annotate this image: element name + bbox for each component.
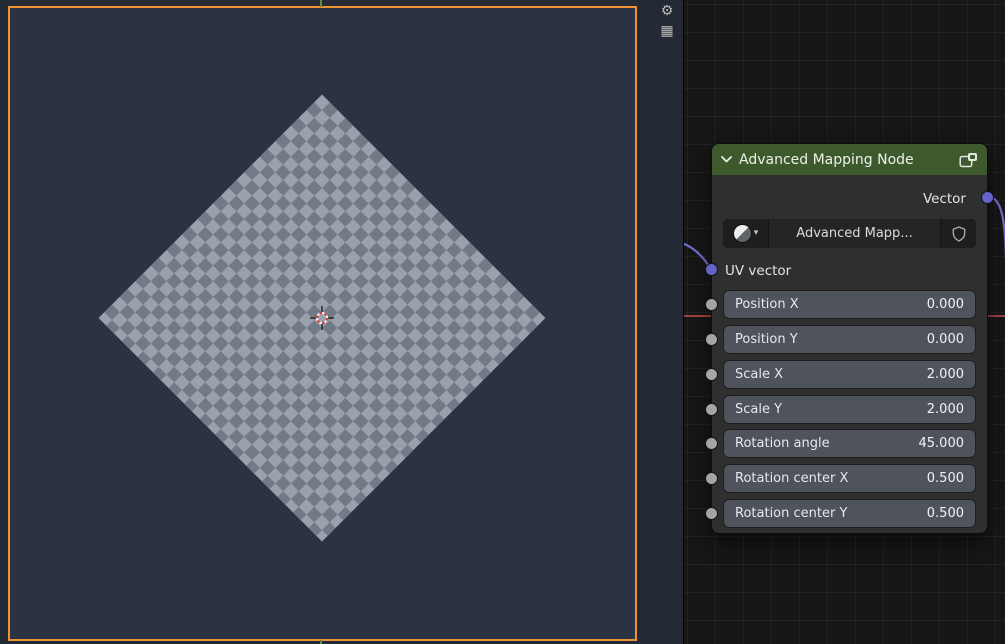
field-label: Rotation center X — [735, 471, 849, 486]
number-field[interactable]: Rotation center Y 0.500 — [724, 500, 975, 527]
selected-plane-object[interactable] — [8, 6, 637, 641]
number-field[interactable]: Position X 0.000 — [724, 291, 975, 318]
input-socket-rotation-center-y[interactable] — [705, 507, 718, 520]
input-socket-rotation-center-x[interactable] — [705, 472, 718, 485]
gear-icon[interactable]: ⚙ — [657, 2, 677, 21]
field-label: Scale X — [735, 367, 784, 382]
number-field[interactable]: Rotation angle 45.000 — [724, 430, 975, 457]
output-socket-vector[interactable] — [981, 191, 994, 204]
input-socket-scale-y[interactable] — [705, 403, 718, 416]
field-value: 0.000 — [926, 297, 964, 312]
node-field-row: Position Y 0.000 — [705, 326, 987, 353]
node-field-row: Scale X 2.000 — [705, 361, 987, 388]
field-value: 0.000 — [926, 332, 964, 347]
node-editor-canvas[interactable]: Advanced Mapping Node Vector ▾ Advanced … — [683, 0, 1005, 644]
viewport-corner-controls: ⚙ ▦ — [657, 2, 677, 41]
input-label: UV vector — [725, 263, 792, 279]
grid-icon[interactable]: ▦ — [657, 22, 677, 41]
field-label: Position Y — [735, 332, 798, 347]
collapse-chevron-icon[interactable] — [721, 156, 732, 163]
input-socket-scale-x[interactable] — [705, 368, 718, 381]
link-from-vector-output — [987, 194, 1005, 364]
number-field[interactable]: Position Y 0.000 — [724, 326, 975, 353]
field-label: Position X — [735, 297, 799, 312]
y-axis-line — [320, 0, 322, 7]
node-title: Advanced Mapping Node — [739, 151, 914, 168]
input-socket-uv-vector[interactable] — [705, 263, 718, 276]
node-field-row: Rotation angle 45.000 — [705, 430, 987, 457]
shield-icon — [952, 225, 965, 242]
input-row: UV vector — [712, 259, 987, 283]
browse-nodetree-button[interactable]: ▾ — [723, 219, 768, 248]
input-socket-position-y[interactable] — [705, 333, 718, 346]
3d-cursor-icon — [310, 306, 334, 330]
node-field-row: Position X 0.000 — [705, 291, 987, 318]
input-socket-rotation-angle[interactable] — [705, 437, 718, 450]
node-advanced-mapping[interactable]: Advanced Mapping Node Vector ▾ Advanced … — [705, 143, 994, 534]
preview-sphere-icon — [732, 224, 752, 243]
nodetree-selector: ▾ Advanced Mapp... — [723, 219, 976, 248]
field-label: Rotation angle — [735, 436, 830, 451]
output-row: Vector — [712, 186, 987, 212]
field-value: 45.000 — [918, 436, 965, 451]
node-header[interactable]: Advanced Mapping Node — [712, 144, 987, 175]
field-label: Scale Y — [735, 402, 783, 417]
input-socket-position-x[interactable] — [705, 298, 718, 311]
nodetree-name-text: Advanced Mapp... — [796, 226, 913, 241]
blender-window: ⚙ ▦ Advanced Mapping Node Vector ▾ Advan… — [0, 0, 1005, 644]
field-value: 0.500 — [926, 471, 964, 486]
node-field-row: Rotation center Y 0.500 — [705, 500, 987, 527]
dropdown-chevron-icon: ▾ — [753, 228, 759, 238]
field-value: 2.000 — [926, 402, 964, 417]
field-value: 0.500 — [926, 506, 964, 521]
number-field[interactable]: Rotation center X 0.500 — [724, 465, 975, 492]
output-label: Vector — [922, 191, 966, 207]
field-label: Rotation center Y — [735, 506, 848, 521]
node-field-row: Scale Y 2.000 — [705, 396, 987, 423]
number-field[interactable]: Scale X 2.000 — [724, 361, 975, 388]
field-value: 2.000 — [926, 367, 964, 382]
node-group-icon — [959, 152, 977, 167]
nodetree-name-field[interactable]: Advanced Mapp... — [769, 219, 940, 248]
y-axis-line — [320, 640, 322, 644]
fake-user-toggle[interactable] — [941, 219, 976, 248]
number-field[interactable]: Scale Y 2.000 — [724, 396, 975, 423]
node-field-row: Rotation center X 0.500 — [705, 465, 987, 492]
viewport-3d[interactable]: ⚙ ▦ — [0, 0, 683, 644]
